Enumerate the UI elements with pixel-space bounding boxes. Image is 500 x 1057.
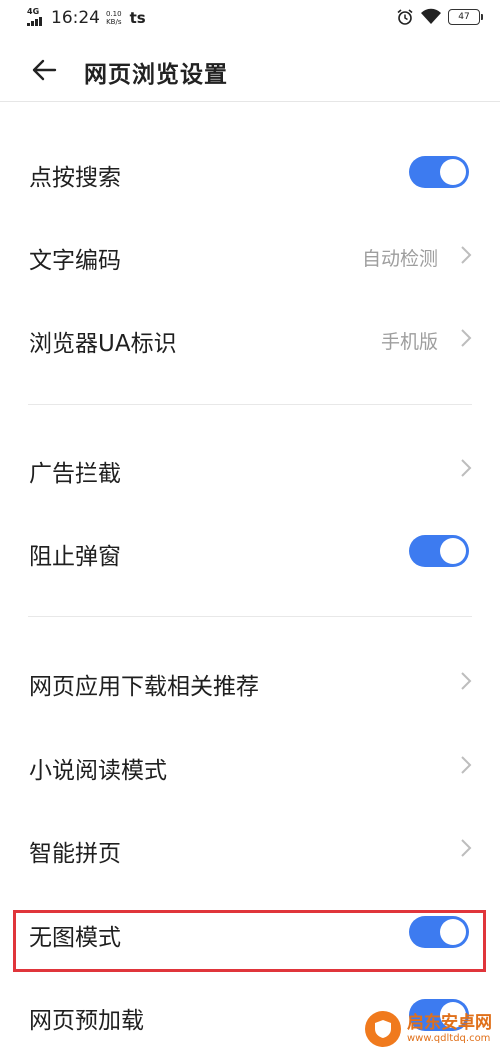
setting-label: 小说阅读模式 bbox=[29, 758, 167, 784]
wifi-icon bbox=[421, 8, 441, 24]
battery-icon: 47 bbox=[448, 9, 483, 25]
network-speed-value: 0.10 bbox=[106, 10, 122, 18]
watermark-url: www.qdltdq.com bbox=[407, 1033, 491, 1044]
title-bar: 网页浏览设置 bbox=[0, 38, 500, 102]
setting-label: 网页预加载 bbox=[29, 1008, 144, 1034]
site-watermark: 启东安卓网 www.qdltdq.com bbox=[365, 1011, 492, 1047]
toggle-knob bbox=[440, 538, 466, 564]
network-speed: 0.10 KB/s bbox=[106, 10, 122, 26]
signal-bars bbox=[27, 17, 42, 26]
setting-ad-block[interactable]: 广告拦截 bbox=[0, 427, 500, 509]
setting-novel-mode[interactable]: 小说阅读模式 bbox=[0, 724, 500, 806]
setting-label: 文字编码 bbox=[29, 248, 121, 274]
alarm-icon bbox=[397, 9, 413, 25]
block-popup-toggle[interactable] bbox=[409, 535, 469, 567]
setting-label: 浏览器UA标识 bbox=[29, 331, 177, 357]
setting-browser-ua[interactable]: 浏览器UA标识 手机版 bbox=[0, 297, 500, 379]
chevron-right-icon bbox=[461, 329, 472, 347]
watermark-name: 启东安卓网 bbox=[407, 1013, 492, 1033]
arrow-left-icon bbox=[32, 59, 57, 81]
back-button[interactable] bbox=[22, 50, 66, 90]
status-left: 4G 16:24 0.10 KB/s ts bbox=[27, 8, 146, 28]
status-time: 16:24 bbox=[51, 8, 100, 28]
setting-label: 智能拼页 bbox=[29, 841, 121, 867]
chevron-right-icon bbox=[461, 839, 472, 857]
setting-label: 点按搜索 bbox=[29, 165, 121, 191]
setting-value: 自动检测 bbox=[361, 248, 438, 270]
chevron-right-icon bbox=[461, 756, 472, 774]
cellular-signal-icon: 4G bbox=[27, 8, 47, 28]
section-divider bbox=[28, 404, 472, 405]
status-bar: 4G 16:24 0.10 KB/s ts 47 bbox=[0, 0, 500, 38]
chevron-right-icon bbox=[461, 246, 472, 264]
setting-label: 广告拦截 bbox=[29, 461, 121, 487]
watermark-text: 启东安卓网 www.qdltdq.com bbox=[407, 1013, 492, 1045]
setting-app-download-recommend[interactable]: 网页应用下载相关推荐 bbox=[0, 640, 500, 722]
chevron-right-icon bbox=[461, 459, 472, 477]
app-notification-icon: ts bbox=[129, 9, 146, 27]
setting-label: 阻止弹窗 bbox=[29, 544, 121, 570]
chevron-right-icon bbox=[461, 672, 472, 690]
setting-block-popup[interactable]: 阻止弹窗 bbox=[0, 510, 500, 592]
setting-label: 网页应用下载相关推荐 bbox=[29, 674, 259, 700]
status-right: 47 bbox=[396, 8, 483, 26]
highlight-box bbox=[13, 910, 486, 972]
page-title: 网页浏览设置 bbox=[84, 62, 228, 88]
setting-text-encoding[interactable]: 文字编码 自动检测 bbox=[0, 214, 500, 296]
network-speed-unit: KB/s bbox=[106, 18, 122, 26]
tap-search-toggle[interactable] bbox=[409, 156, 469, 188]
watermark-logo-icon bbox=[365, 1011, 401, 1047]
network-type: 4G bbox=[27, 7, 40, 16]
toggle-knob bbox=[440, 159, 466, 185]
battery-level: 47 bbox=[458, 12, 470, 22]
setting-tap-search[interactable]: 点按搜索 bbox=[0, 131, 500, 213]
shield-icon bbox=[375, 1020, 391, 1038]
section-divider bbox=[28, 616, 472, 617]
setting-smart-page[interactable]: 智能拼页 bbox=[0, 807, 500, 889]
setting-value: 手机版 bbox=[380, 331, 438, 353]
